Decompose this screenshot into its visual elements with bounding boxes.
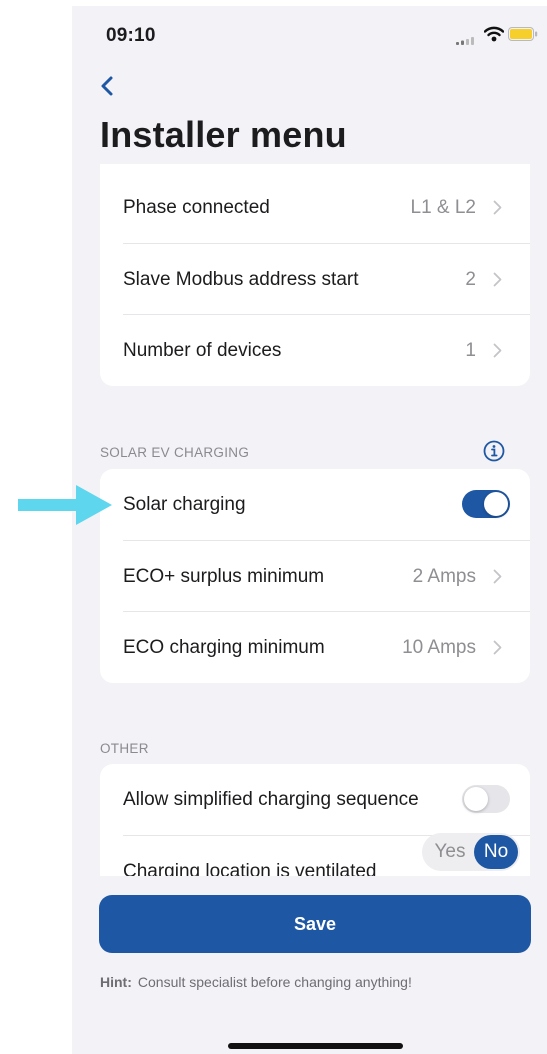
settings-row-solar-charging[interactable]: Solar charging (100, 469, 530, 540)
row-label: ECO+ surplus minimum (123, 566, 325, 587)
row-label: Phase connected (123, 197, 270, 218)
toggle-knob (484, 492, 508, 516)
row-value: 2 (465, 269, 476, 290)
pointer-arrow-icon (18, 485, 112, 525)
status-bar: 09:10 (72, 6, 547, 50)
section-header-solar: SOLAR EV CHARGING (100, 445, 250, 460)
chevron-right-icon (493, 343, 502, 358)
settings-scroll-area[interactable]: Phase connected L1 & L2 Slave Modbus add… (72, 164, 547, 876)
chevron-right-icon (493, 272, 502, 287)
settings-row-phase-connected[interactable]: Phase connected L1 & L2 (100, 172, 530, 243)
battery-icon (508, 27, 538, 41)
status-time: 09:10 (106, 25, 156, 46)
wifi-icon (484, 26, 504, 42)
section-header-other: OTHER (100, 741, 149, 756)
settings-row-number-of-devices[interactable]: Number of devices 1 (100, 315, 530, 386)
settings-card-other: Allow simplified charging sequence Charg… (100, 764, 530, 876)
signal-icon (456, 37, 474, 45)
settings-row-simplified-sequence[interactable]: Allow simplified charging sequence (100, 764, 530, 835)
chevron-right-icon (493, 569, 502, 584)
phone-screen: 09:10 Installer menu Phase connected L1 … (72, 6, 547, 1054)
back-chevron-icon[interactable] (96, 70, 120, 102)
ventilated-yes-option[interactable]: Yes (422, 833, 478, 871)
ventilated-no-option[interactable]: No (474, 835, 518, 869)
chevron-right-icon (493, 640, 502, 655)
row-label: Number of devices (123, 340, 282, 361)
settings-row-slave-modbus-address[interactable]: Slave Modbus address start 2 (100, 244, 530, 315)
ventilated-segmented-control[interactable]: Yes No (422, 833, 520, 871)
row-label: Charging location is ventilated (123, 861, 377, 876)
settings-row-eco-charging-minimum[interactable]: ECO charging minimum 10 Amps (100, 612, 530, 683)
row-value: 10 Amps (402, 637, 476, 658)
solar-charging-toggle[interactable] (462, 490, 510, 518)
chevron-right-icon (493, 200, 502, 215)
row-value: 1 (465, 340, 476, 361)
save-button[interactable]: Save (99, 895, 531, 953)
row-label: Slave Modbus address start (123, 269, 359, 290)
hint-message: Consult specialist before changing anyth… (137, 974, 412, 990)
row-label: Allow simplified charging sequence (123, 789, 419, 810)
home-indicator (228, 1043, 403, 1049)
row-value: L1 & L2 (410, 197, 477, 218)
settings-card-general: Phase connected L1 & L2 Slave Modbus add… (100, 164, 530, 386)
settings-card-solar: Solar charging ECO+ surplus minimum 2 Am… (100, 469, 530, 683)
row-label: ECO charging minimum (123, 637, 325, 658)
settings-row-eco-plus-surplus[interactable]: ECO+ surplus minimum 2 Amps (100, 541, 530, 612)
hint-label: Hint: (100, 974, 132, 990)
page-title: Installer menu (100, 114, 347, 155)
hint-text: Hint: Consult specialist before changing … (100, 974, 412, 990)
simplified-sequence-toggle[interactable] (462, 785, 510, 813)
info-icon[interactable] (483, 440, 505, 462)
toggle-knob (464, 787, 488, 811)
row-label: Solar charging (123, 494, 246, 515)
row-value: 2 Amps (412, 566, 476, 587)
